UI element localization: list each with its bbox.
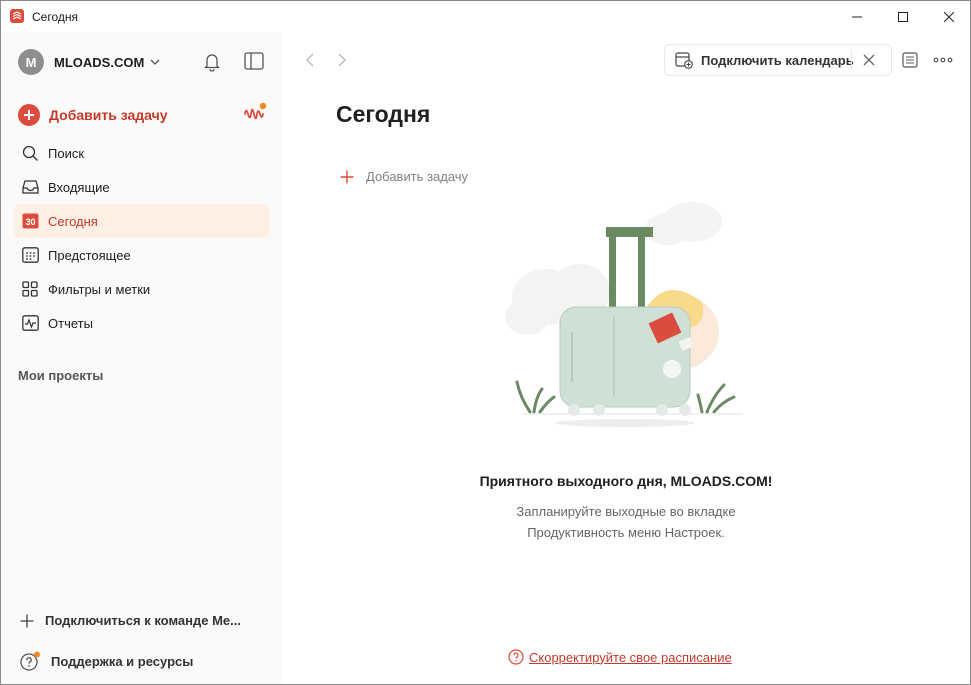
inbox-icon [21,178,39,196]
app-window: Сегодня M MLOADS.COM Добавить задачу Пои… [0,0,971,685]
minimize-icon [852,16,862,17]
plus-icon [18,104,40,126]
sidebar-item-label: Отчеты [48,315,93,331]
forward-arrow-icon[interactable] [336,52,348,68]
join-team-label: Подключиться к команде Me... [45,613,241,628]
calendar-grid-icon [21,246,39,264]
title-bar: Сегодня [1,1,970,32]
empty-state-text-line1: Запланируйте выходные во вкладке [516,504,736,519]
reports-icon [21,314,39,332]
adjust-schedule-link[interactable]: Скорректируйте свое расписание [508,649,732,665]
avatar: M [18,49,44,75]
profile-name: MLOADS.COM [54,54,145,70]
calendar-add-icon [675,52,693,69]
support-label: Поддержка и ресурсы [51,653,194,669]
page-title: Сегодня [336,101,431,127]
maximize-button[interactable] [880,1,926,32]
sidebar-item-inbox[interactable]: Входящие [14,170,270,204]
join-team-button[interactable]: Подключиться к команде Me... [20,613,241,628]
chevron-down-icon [150,59,160,65]
close-icon[interactable] [861,52,877,68]
sidebar-toggle-icon[interactable] [244,52,264,70]
empty-state-title: Приятного выходного дня, MLOADS.COM! [479,473,773,489]
plus-icon [340,170,354,183]
help-icon [508,649,524,665]
connect-calendar-banner: Подключить календарь [664,44,892,76]
sidebar-item-label: Поиск [48,145,85,161]
close-window-button[interactable] [926,1,970,32]
close-icon [944,11,954,22]
support-button[interactable]: Поддержка и ресурсы [20,651,193,671]
profile-menu[interactable]: M MLOADS.COM [18,49,160,75]
projects-heading[interactable]: Мои проекты [18,368,103,383]
sidebar-item-filters[interactable]: Фильтры и метки [14,272,270,306]
window-title: Сегодня [32,10,78,24]
inline-add-task-button[interactable]: Добавить задачу [340,169,468,184]
inline-add-task-label: Добавить задачу [366,169,469,184]
sidebar-item-label: Предстоящее [48,247,131,263]
plus-icon [20,614,34,627]
sidebar-item-label: Фильтры и метки [48,281,151,297]
sidebar-item-search[interactable]: Поиск [14,136,270,170]
view-options-icon[interactable] [902,52,918,68]
main-content: Подключить календарь Сегодня Добавить за… [282,32,970,684]
filters-icon [21,280,39,298]
today-badge: 30 [25,217,35,227]
sidebar-item-upcoming[interactable]: Предстоящее [14,238,270,272]
help-icon [20,651,40,671]
sidebar-item-label: Входящие [48,179,110,195]
app-logo-icon [10,9,24,23]
adjust-schedule-label: Скорректируйте свое расписание [529,649,732,665]
maximize-icon [898,11,908,22]
add-task-button[interactable]: Добавить задачу [18,104,168,126]
more-icon[interactable] [933,52,953,68]
suitcase-illustration [505,202,742,427]
sidebar: M MLOADS.COM Добавить задачу Поиск Входя… [1,32,282,684]
add-task-label: Добавить задачу [49,107,168,123]
empty-state-text-line2: Продуктивность меню Настроек. [527,525,725,540]
calendar-today-icon: 30 [21,212,39,230]
divider [851,50,852,70]
search-icon [21,144,39,162]
sidebar-item-label: Сегодня [48,213,98,229]
minimize-button[interactable] [834,1,880,32]
sidebar-item-reports[interactable]: Отчеты [14,306,270,340]
back-arrow-icon[interactable] [304,52,316,68]
ramble-voice-icon[interactable] [243,102,267,126]
sidebar-item-today[interactable]: 30 Сегодня [14,204,270,238]
connect-calendar-button[interactable]: Подключить календарь [701,53,854,68]
bell-icon[interactable] [203,52,221,72]
